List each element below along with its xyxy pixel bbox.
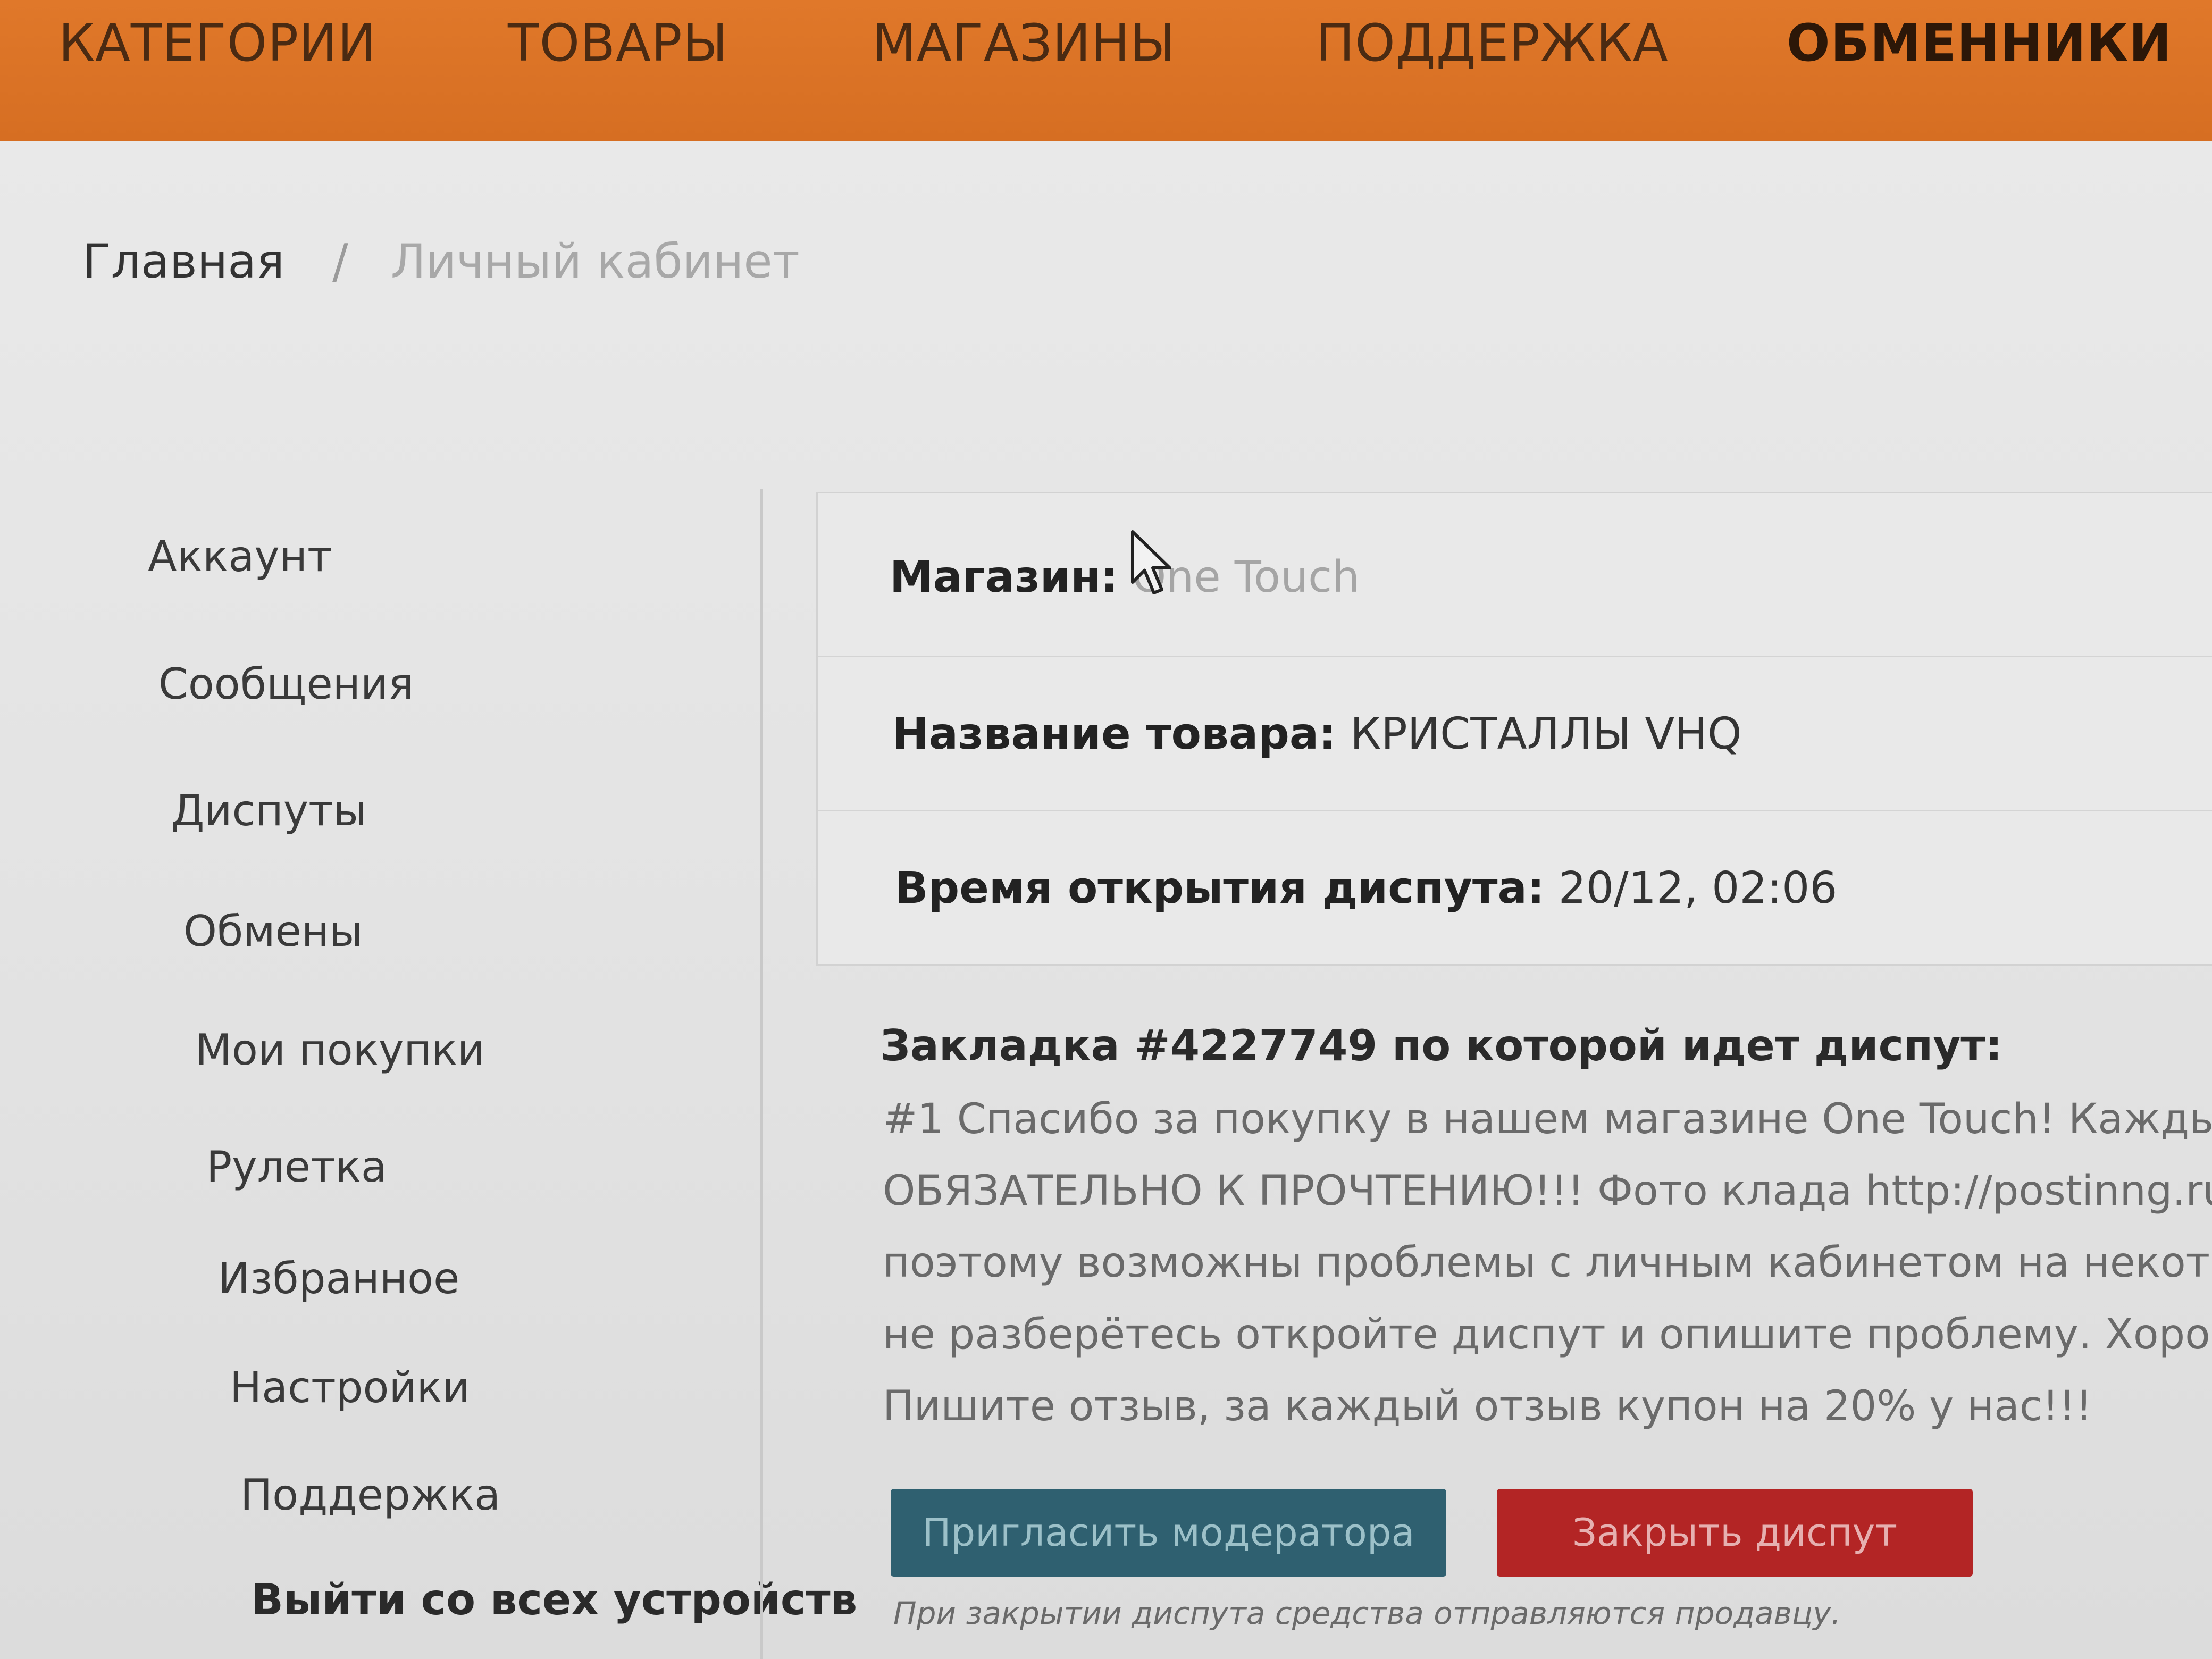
close-dispute-button[interactable]: Закрыть диспут (1497, 1489, 1973, 1577)
sidebar-item-favorites[interactable]: Избранное (218, 1254, 459, 1303)
opened-time-label: Время открытия диспута: (895, 863, 1545, 914)
sidebar-item-messages[interactable]: Сообщения (158, 659, 414, 709)
sidebar-item-disputes[interactable]: Диспуты (171, 786, 367, 835)
product-value: КРИСТАЛЛЫ VHQ (1350, 709, 1742, 759)
opened-time-value: 20/12, 02:06 (1558, 863, 1838, 914)
close-dispute-note: При закрытии диспута средства отправляют… (893, 1595, 1841, 1631)
bookmark-text-line: #1 Спасибо за покупку в нашем магазине O… (883, 1095, 2212, 1143)
sidebar-item-roulette[interactable]: Рулетка (206, 1142, 387, 1192)
product-label: Название товара: (892, 709, 1337, 759)
sidebar-item-support[interactable]: Поддержка (240, 1470, 500, 1520)
bookmark-text-line: ОБЯЗАТЕЛЬНО К ПРОЧТЕНИЮ!!! Фото клада ht… (883, 1167, 2212, 1215)
bookmark-text-line: поэтому возможны проблемы с личным кабин… (883, 1239, 2212, 1287)
mouse-pointer-icon (1131, 530, 1171, 594)
info-row-product: Название товара: КРИСТАЛЛЫ VHQ (818, 656, 2212, 811)
dispute-info-panel: Магазин: One Touch Название товара: КРИС… (816, 492, 2212, 966)
info-row-shop: Магазин: One Touch (818, 493, 2212, 657)
bookmark-title: Закладка #4227749 по которой идет диспут… (880, 1021, 2002, 1070)
bookmark-text-line: не разберётесь откройте диспут и опишите… (883, 1311, 2212, 1359)
shop-label: Магазин: (890, 552, 1118, 602)
breadcrumb-current: Личный кабинет (390, 234, 800, 289)
nav-item-products[interactable]: ТОВАРЫ (508, 13, 728, 73)
nav-item-shops[interactable]: МАГАЗИНЫ (872, 13, 1176, 73)
top-navigation: КАТЕГОРИИ ТОВАРЫ МАГАЗИНЫ ПОДДЕРЖКА ОБМЕ… (0, 0, 2212, 141)
bookmark-text-line: Пишите отзыв, за каждый отзыв купон на 2… (883, 1382, 2092, 1430)
sidebar-item-exchanges[interactable]: Обмены (183, 907, 363, 956)
info-row-opened-time: Время открытия диспута: 20/12, 02:06 (818, 810, 2212, 964)
nav-item-categories[interactable]: КАТЕГОРИИ (58, 13, 376, 73)
sidebar-item-settings[interactable]: Настройки (230, 1363, 470, 1412)
sidebar-item-my-purchases[interactable]: Мои покупки (195, 1025, 485, 1075)
sidebar-item-logout-all[interactable]: Выйти со всех устройств (251, 1575, 857, 1624)
breadcrumb-separator: / (332, 234, 348, 289)
breadcrumb-home-link[interactable]: Главная (82, 234, 284, 289)
invite-moderator-button[interactable]: Пригласить модератора (891, 1489, 1446, 1577)
breadcrumb: Главная / Личный кабинет (82, 234, 800, 289)
sidebar-item-account[interactable]: Аккаунт (148, 532, 332, 581)
sidebar-divider (760, 489, 763, 1659)
nav-item-support[interactable]: ПОДДЕРЖКА (1316, 13, 1669, 73)
nav-item-exchangers[interactable]: ОБМЕННИКИ (1787, 13, 2172, 73)
